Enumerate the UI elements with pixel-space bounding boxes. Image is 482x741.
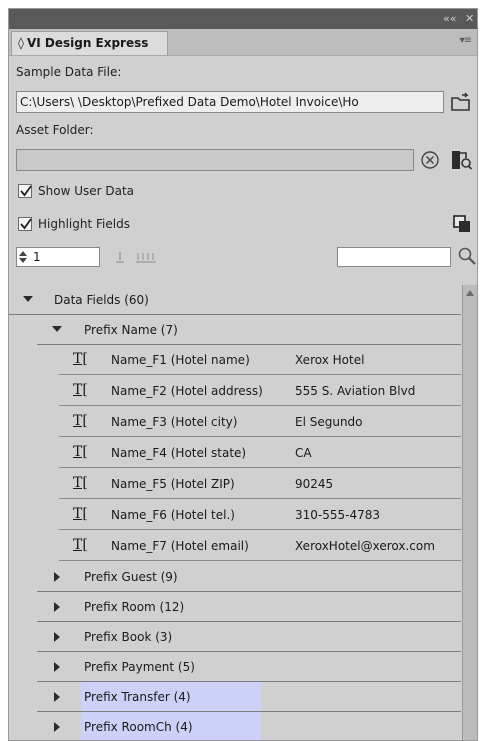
show-user-data-checkbox[interactable] [18, 184, 32, 198]
sample-data-file-input[interactable]: C:\Users\ \Desktop\Prefixed Data Demo\Ho… [16, 91, 444, 113]
panel-menu-icon[interactable]: ▾≡ [460, 35, 472, 46]
highlight-fields-checkbox[interactable] [18, 217, 32, 231]
collapsed-arrow-icon[interactable] [54, 722, 60, 732]
field-row[interactable]: T[ Name_F1 (Hotel name) Xerox Hotel [59, 345, 461, 375]
text-field-icon: T[ [73, 382, 88, 398]
panel-titlebar: «« ✕ [9, 9, 477, 29]
group-row[interactable]: Prefix Room (12) [37, 592, 461, 622]
record-stepper-icon[interactable] [18, 249, 28, 265]
group-label: Prefix RoomCh (4) [84, 720, 193, 734]
group-label: Prefix Name (7) [84, 323, 178, 337]
open-file-icon[interactable] [450, 91, 472, 113]
field-value: 310-555-4783 [295, 508, 381, 522]
field-name: Name_F5 (Hotel ZIP) [111, 477, 235, 491]
group-row[interactable]: Prefix Guest (9) [37, 562, 461, 592]
record-number-input[interactable]: 1 [16, 247, 100, 267]
group-row[interactable]: Prefix RoomCh (4) [37, 712, 461, 740]
tree-root-label: Data Fields (60) [54, 293, 149, 307]
field-value: 555 S. Aviation Blvd [295, 384, 416, 398]
collapsed-arrow-icon[interactable] [54, 602, 60, 612]
asset-folder-label: Asset Folder: [16, 123, 94, 137]
vi-design-express-panel: «« ✕ ◊ VI Design Express ▾≡ Sample Data F… [8, 8, 478, 741]
sample-data-file-label: Sample Data File: [16, 65, 122, 79]
insert-all-fields-icon[interactable] [135, 250, 157, 264]
expanded-arrow-icon[interactable] [23, 296, 33, 302]
field-name: Name_F1 (Hotel name) [111, 353, 250, 367]
group-label: Prefix Guest (9) [84, 570, 178, 584]
tab-title: VI Design Express [26, 36, 149, 50]
collapsed-arrow-icon[interactable] [54, 692, 60, 702]
data-fields-tree: Data Fields (60) Prefix Name (7) T[ Name_… [9, 285, 461, 740]
highlight-fields-label: Highlight Fields [38, 217, 130, 231]
text-field-icon: T[ [73, 444, 88, 460]
tree-scrollbar[interactable] [462, 285, 477, 740]
text-field-icon: T[ [73, 351, 88, 367]
close-panel-button[interactable]: ✕ [465, 12, 474, 25]
text-field-icon: T[ [73, 506, 88, 522]
duplicate-frames-icon[interactable] [452, 214, 472, 234]
field-row[interactable]: T[ Name_F5 (Hotel ZIP) 90245 [59, 469, 461, 499]
show-user-data-label: Show User Data [38, 184, 135, 198]
insert-field-icon[interactable] [113, 250, 127, 264]
scroll-up-arrow-icon[interactable] [466, 290, 474, 296]
collapsed-arrow-icon[interactable] [54, 632, 60, 642]
text-field-icon: T[ [73, 537, 88, 553]
field-row[interactable]: T[ Name_F7 (Hotel email) XeroxHotel@xerox.… [59, 531, 461, 561]
text-field-icon: T[ [73, 413, 88, 429]
tree-root-row[interactable]: Data Fields (60) [9, 285, 461, 315]
clear-circle-icon[interactable] [420, 150, 440, 170]
field-value: 90245 [295, 477, 334, 491]
collapsed-arrow-icon[interactable] [54, 662, 60, 672]
expanded-arrow-icon[interactable] [52, 326, 62, 332]
browse-folder-icon[interactable] [449, 148, 473, 172]
field-row[interactable]: T[ Name_F2 (Hotel address) 555 S. Aviation… [59, 376, 461, 406]
field-name: Name_F2 (Hotel address) [111, 384, 263, 398]
group-row-prefix-name[interactable]: Prefix Name (7) [37, 315, 461, 345]
text-field-icon: T[ [73, 475, 88, 491]
panel-tabstrip: ◊ VI Design Express ▾≡ [9, 29, 477, 56]
group-label: Prefix Payment (5) [84, 660, 195, 674]
field-row[interactable]: T[ Name_F3 (Hotel city) El Segundo [59, 407, 461, 437]
collapsed-arrow-icon[interactable] [54, 572, 60, 582]
search-icon[interactable] [457, 246, 477, 266]
field-row[interactable]: T[ Name_F4 (Hotel state) CA [59, 438, 461, 468]
field-value: CA [295, 446, 312, 460]
group-label: Prefix Room (12) [84, 600, 185, 614]
collapse-panel-button[interactable]: «« [443, 12, 456, 25]
search-input[interactable] [337, 247, 451, 267]
asset-folder-input[interactable] [16, 149, 414, 171]
field-name: Name_F6 (Hotel tel.) [111, 508, 235, 522]
group-label: Prefix Book (3) [84, 630, 173, 644]
field-name: Name_F3 (Hotel city) [111, 415, 238, 429]
field-value: Xerox Hotel [295, 353, 365, 367]
tab-vi-design-express[interactable]: ◊ VI Design Express [11, 31, 168, 55]
group-row[interactable]: Prefix Book (3) [37, 622, 461, 652]
field-value: XeroxHotel@xerox.com [295, 539, 435, 553]
group-label: Prefix Transfer (4) [84, 690, 191, 704]
field-name: Name_F4 (Hotel state) [111, 446, 247, 460]
group-row[interactable]: Prefix Payment (5) [37, 652, 461, 682]
tab-chevron-icon: ◊ [18, 36, 24, 50]
field-value: El Segundo [295, 415, 363, 429]
field-row[interactable]: T[ Name_F6 (Hotel tel.) 310-555-4783 [59, 500, 461, 530]
field-name: Name_F7 (Hotel email) [111, 539, 249, 553]
group-row[interactable]: Prefix Transfer (4) [37, 682, 461, 712]
